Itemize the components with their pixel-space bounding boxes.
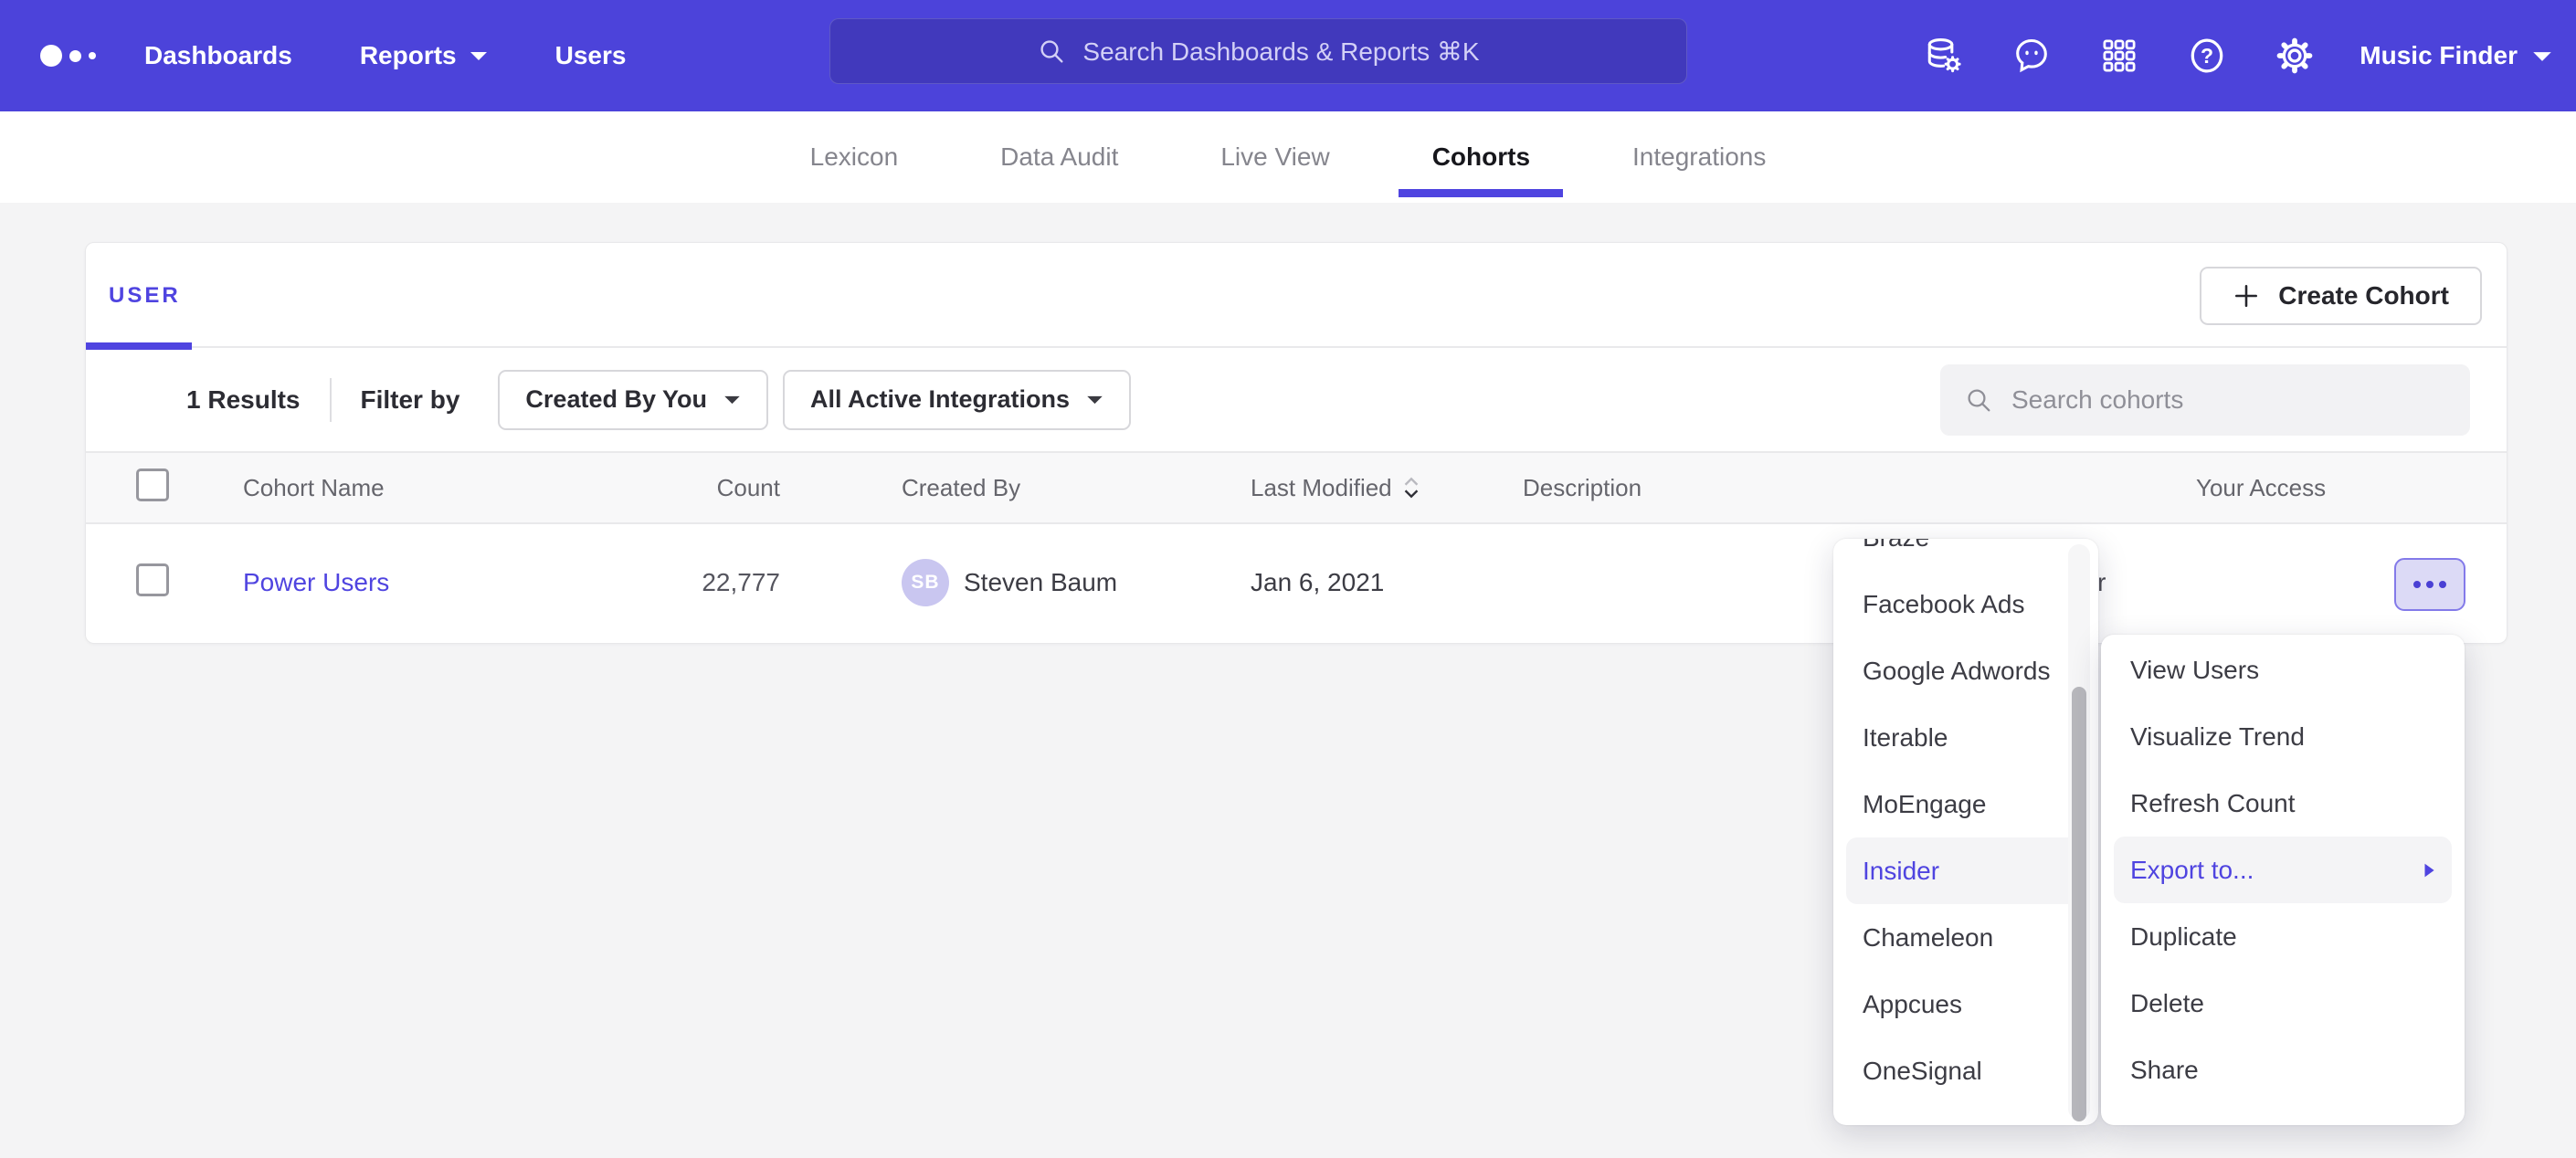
dot-icon bbox=[2426, 581, 2433, 588]
nav-users[interactable]: Users bbox=[555, 41, 627, 70]
tab-live-view[interactable]: Live View bbox=[1220, 111, 1329, 203]
created-by-filter[interactable]: Created By You bbox=[498, 370, 768, 430]
help-icon[interactable]: ? bbox=[2179, 27, 2235, 84]
menu-item-moengage[interactable]: MoEngage bbox=[1846, 771, 2085, 837]
apps-grid-icon[interactable] bbox=[2091, 27, 2148, 84]
column-description[interactable]: Description bbox=[1523, 474, 2196, 502]
row-checkbox[interactable] bbox=[136, 563, 169, 596]
table-row[interactable]: Power Users 22,777 SB Steven Baum Jan 6,… bbox=[86, 524, 2507, 641]
results-count: 1 Results bbox=[186, 385, 301, 415]
tab-cohorts[interactable]: Cohorts bbox=[1432, 111, 1530, 203]
cohorts-panel: USER Create Cohort 1 Results Filter by C… bbox=[85, 242, 2507, 644]
menu-item-braze[interactable]: Braze bbox=[1846, 539, 2085, 571]
global-search-input[interactable]: Search Dashboards & Reports ⌘K bbox=[829, 18, 1687, 84]
integrations-filter[interactable]: All Active Integrations bbox=[783, 370, 1131, 430]
cohort-name-link[interactable]: Power Users bbox=[243, 568, 389, 596]
top-nav: Dashboards Reports Users Search Dashboar… bbox=[0, 0, 2576, 111]
chevron-down-icon bbox=[2532, 50, 2552, 62]
tab-lexicon[interactable]: Lexicon bbox=[810, 111, 899, 203]
tab-user[interactable]: USER bbox=[86, 243, 192, 348]
feedback-icon[interactable] bbox=[2003, 27, 2060, 84]
data-settings-icon[interactable] bbox=[1916, 27, 1972, 84]
nav-dashboards[interactable]: Dashboards bbox=[144, 41, 292, 70]
filter-by-label: Filter by bbox=[361, 385, 460, 415]
divider bbox=[330, 378, 332, 422]
more-actions-button[interactable] bbox=[2394, 558, 2465, 611]
column-cohort-name[interactable]: Cohort Name bbox=[243, 474, 684, 502]
cohort-type-row: USER Create Cohort bbox=[86, 243, 2507, 348]
menu-item-iterable[interactable]: Iterable bbox=[1846, 704, 2085, 771]
workspace-name: Music Finder bbox=[2360, 41, 2518, 70]
column-created-by[interactable]: Created By bbox=[794, 474, 1251, 502]
chevron-down-icon bbox=[470, 50, 488, 61]
menu-item-insider[interactable]: Insider bbox=[1846, 837, 2085, 904]
export-menu-list: Braze Facebook Ads Google Adwords Iterab… bbox=[1833, 539, 2098, 1104]
cohort-count: 22,777 bbox=[684, 568, 794, 597]
column-count[interactable]: Count bbox=[684, 474, 794, 502]
avatar: SB bbox=[902, 559, 949, 606]
section-tabs: Lexicon Data Audit Live View Cohorts Int… bbox=[0, 111, 2576, 203]
cohort-actions-menu: View Users Visualize Trend Refresh Count… bbox=[2101, 635, 2465, 1125]
settings-gear-icon[interactable] bbox=[2266, 27, 2323, 84]
tab-integrations[interactable]: Integrations bbox=[1632, 111, 1766, 203]
menu-item-export-to[interactable]: Export to... bbox=[2114, 837, 2452, 903]
column-last-modified[interactable]: Last Modified bbox=[1251, 474, 1523, 502]
created-by-cell: SB Steven Baum bbox=[794, 559, 1251, 606]
select-all-checkbox[interactable] bbox=[136, 468, 169, 501]
create-cohort-button[interactable]: Create Cohort bbox=[2200, 267, 2482, 325]
dot-icon bbox=[2413, 581, 2421, 588]
search-icon bbox=[1037, 37, 1066, 66]
workspace-switcher[interactable]: Music Finder bbox=[2360, 41, 2552, 70]
menu-item-delete[interactable]: Delete bbox=[2114, 970, 2452, 1037]
plus-icon bbox=[2233, 282, 2260, 310]
menu-item-chameleon[interactable]: Chameleon bbox=[1846, 904, 2085, 971]
menu-item-onesignal[interactable]: OneSignal bbox=[1846, 1037, 2085, 1104]
mixpanel-logo-icon[interactable] bbox=[40, 0, 96, 111]
menu-item-visualize-trend[interactable]: Visualize Trend bbox=[2114, 703, 2452, 770]
sort-icon bbox=[1401, 475, 1421, 500]
export-destinations-menu: Braze Facebook Ads Google Adwords Iterab… bbox=[1833, 539, 2098, 1125]
menu-item-duplicate[interactable]: Duplicate bbox=[2114, 903, 2452, 970]
filter-row: 1 Results Filter by Created By You All A… bbox=[86, 348, 2507, 453]
active-tab-underline bbox=[1399, 189, 1563, 197]
nav-reports[interactable]: Reports bbox=[360, 41, 488, 70]
created-by-name: Steven Baum bbox=[964, 568, 1117, 597]
last-modified-cell: Jan 6, 2021 bbox=[1251, 568, 1523, 597]
menu-item-appcues[interactable]: Appcues bbox=[1846, 971, 2085, 1037]
cohort-search-placeholder: Search cohorts bbox=[2011, 385, 2183, 415]
table-header: Cohort Name Count Created By Last Modifi… bbox=[86, 453, 2507, 524]
menu-item-view-users[interactable]: View Users bbox=[2114, 637, 2452, 703]
nav-right-cluster: ? Music Finder bbox=[1916, 0, 2552, 111]
primary-nav: Dashboards Reports Users bbox=[144, 0, 626, 111]
dot-icon bbox=[2439, 581, 2446, 588]
chevron-down-icon bbox=[723, 395, 741, 405]
search-icon bbox=[1964, 385, 1993, 415]
cohort-search-input[interactable]: Search cohorts bbox=[1940, 364, 2470, 436]
scrollbar-thumb[interactable] bbox=[2072, 687, 2086, 1121]
menu-item-share[interactable]: Share bbox=[2114, 1037, 2452, 1103]
svg-text:?: ? bbox=[2201, 44, 2213, 68]
global-search-placeholder: Search Dashboards & Reports ⌘K bbox=[1082, 37, 1479, 67]
menu-item-google-adwords[interactable]: Google Adwords bbox=[1846, 637, 2085, 704]
submenu-arrow-icon bbox=[2423, 862, 2435, 879]
chevron-down-icon bbox=[1086, 395, 1103, 405]
menu-item-facebook-ads[interactable]: Facebook Ads bbox=[1846, 571, 2085, 637]
tab-data-audit[interactable]: Data Audit bbox=[1000, 111, 1118, 203]
column-your-access[interactable]: Your Access bbox=[2196, 474, 2507, 502]
menu-item-refresh-count[interactable]: Refresh Count bbox=[2114, 770, 2452, 837]
